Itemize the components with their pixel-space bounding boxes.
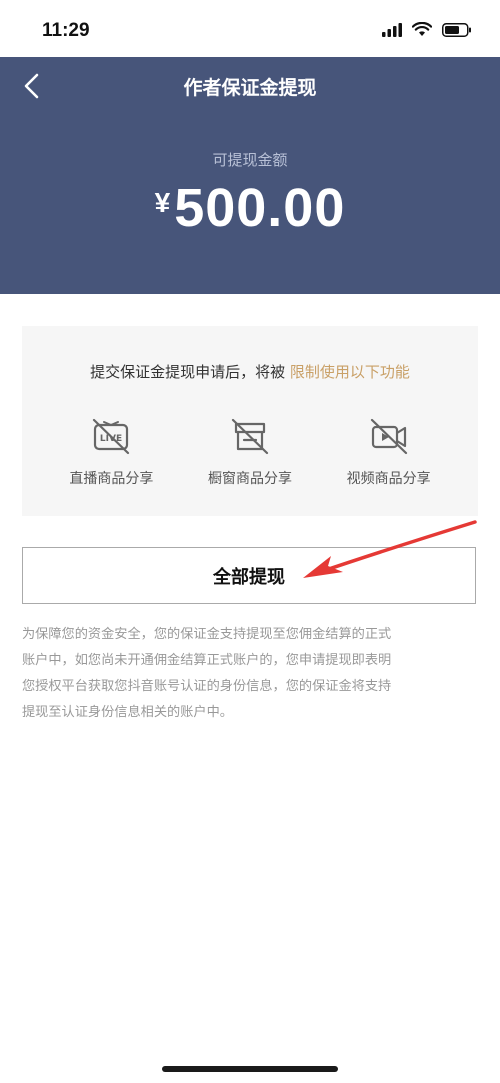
description-line: 为保障您的资金安全，您的保证金支持提现至您佣金结算的正式 (22, 627, 392, 642)
notice-card: 提交保证金提现申请后，将被 限制使用以下功能 LIVE 直播商品分享 橱窗商品分… (22, 326, 478, 516)
feature-label: 视频商品分享 (346, 471, 431, 487)
wifi-icon (412, 22, 432, 36)
description-line: 账户中，如您尚未开通佣金结算正式账户的，您申请提现即表明 (22, 653, 392, 668)
annotation-arrow-icon (303, 520, 477, 578)
currency-symbol: ¥ (154, 187, 171, 218)
withdraw-description: 为保障您的资金安全，您的保证金支持提现至您佣金结算的正式 账户中，如您尚未开通佣… (22, 622, 478, 726)
notice-text: 提交保证金提现申请后，将被 限制使用以下功能 (22, 361, 478, 382)
signal-icon (382, 22, 402, 37)
amount-label: 可提现金额 (212, 151, 288, 169)
battery-icon (442, 22, 471, 37)
page-title: 作者保证金提现 (183, 77, 317, 99)
restricted-features: LIVE 直播商品分享 橱窗商品分享 视频商品分享 (22, 416, 478, 488)
status-icons (382, 22, 472, 37)
feature-label: 橱窗商品分享 (207, 471, 292, 487)
feature-label: 直播商品分享 (69, 471, 154, 487)
home-indicator[interactable] (162, 1066, 338, 1072)
status-time: 11:29 (42, 20, 90, 41)
video-disabled-icon (370, 418, 407, 455)
description-line: 您授权平台获取您抖音账号认证的身份信息，您的保证金将支持 (22, 679, 392, 694)
notice-main-text: 提交保证金提现申请后，将被 (90, 363, 286, 381)
amount-display: ¥500.00 (0, 177, 500, 239)
live-disabled-icon: LIVE (93, 418, 130, 455)
feature-showcase-share: 橱窗商品分享 (190, 416, 310, 488)
status-bar: 11:29 (0, 0, 500, 57)
notice-highlight: 限制使用以下功能 (289, 363, 410, 381)
feature-live-share: LIVE 直播商品分享 (51, 416, 171, 488)
feature-video-share: 视频商品分享 (329, 416, 449, 488)
amount-value: 500.00 (174, 178, 346, 238)
header: 作者保证金提现 可提现金额 ¥500.00 (0, 57, 500, 294)
showcase-disabled-icon (231, 418, 269, 455)
description-line: 提现至认证身份信息相关的账户中。 (22, 705, 233, 720)
